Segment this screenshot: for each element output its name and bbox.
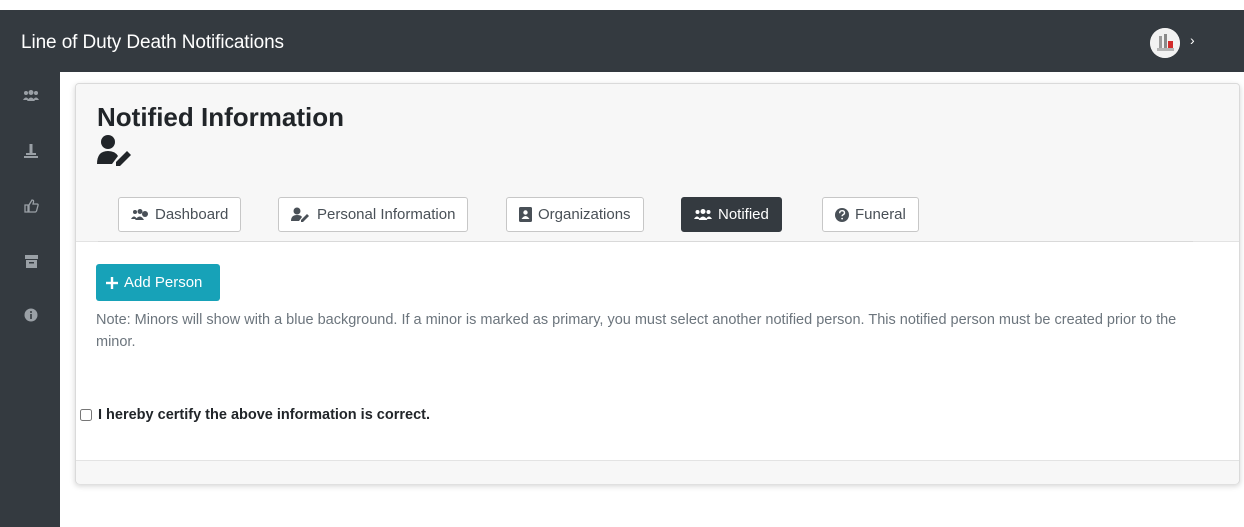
- archive-icon[interactable]: [20, 250, 42, 272]
- app-title[interactable]: Line of Duty Death Notifications: [21, 32, 284, 54]
- user-edit-icon: [97, 134, 135, 166]
- certify-checkbox[interactable]: [80, 409, 92, 421]
- tab-dashboard[interactable]: Dashboard: [118, 197, 242, 232]
- certify-label: I hereby certify the above information i…: [98, 407, 430, 423]
- page-title: Notified Information: [97, 102, 344, 132]
- tab-personal-information[interactable]: Personal Information: [278, 197, 469, 232]
- notified-card: Notified Information Dashboard Personal …: [75, 83, 1240, 484]
- card-header: Notified Information Dashboard Personal …: [76, 84, 1239, 242]
- chevron-right-icon[interactable]: ›: [1190, 32, 1195, 48]
- tab-label: Dashboard: [155, 206, 229, 223]
- plus-icon: [106, 276, 118, 289]
- user-edit-icon: [291, 207, 309, 222]
- top-navbar: Line of Duty Death Notifications ›: [0, 10, 1244, 72]
- user-avatar[interactable]: [1150, 28, 1180, 58]
- tab-organizations[interactable]: Organizations: [506, 197, 644, 232]
- question-circle-icon: [835, 207, 849, 222]
- add-person-label: Add Person: [124, 274, 203, 291]
- tab-label: Organizations: [538, 206, 631, 223]
- tab-label: Notified: [718, 206, 769, 223]
- thumbs-up-icon[interactable]: [20, 194, 42, 216]
- add-person-button[interactable]: Add Person: [96, 264, 220, 301]
- users-icon: [694, 209, 712, 220]
- avatar-image-icon: [1150, 28, 1180, 58]
- tab-funeral[interactable]: Funeral: [822, 197, 919, 232]
- tab-label: Personal Information: [317, 206, 456, 223]
- certify-row[interactable]: I hereby certify the above information i…: [80, 407, 430, 423]
- monument-icon[interactable]: [20, 140, 42, 162]
- card-footer: [76, 460, 1239, 484]
- tab-divider: [98, 241, 1193, 242]
- users-cog-icon[interactable]: [20, 85, 42, 107]
- users-cog-icon: [131, 209, 148, 220]
- tab-notified[interactable]: Notified: [681, 197, 782, 232]
- info-circle-icon[interactable]: [20, 304, 42, 326]
- tab-label: Funeral: [855, 206, 906, 223]
- sidebar: [0, 72, 60, 527]
- minor-note: Note: Minors will show with a blue backg…: [96, 312, 1177, 350]
- address-book-icon: [519, 207, 532, 222]
